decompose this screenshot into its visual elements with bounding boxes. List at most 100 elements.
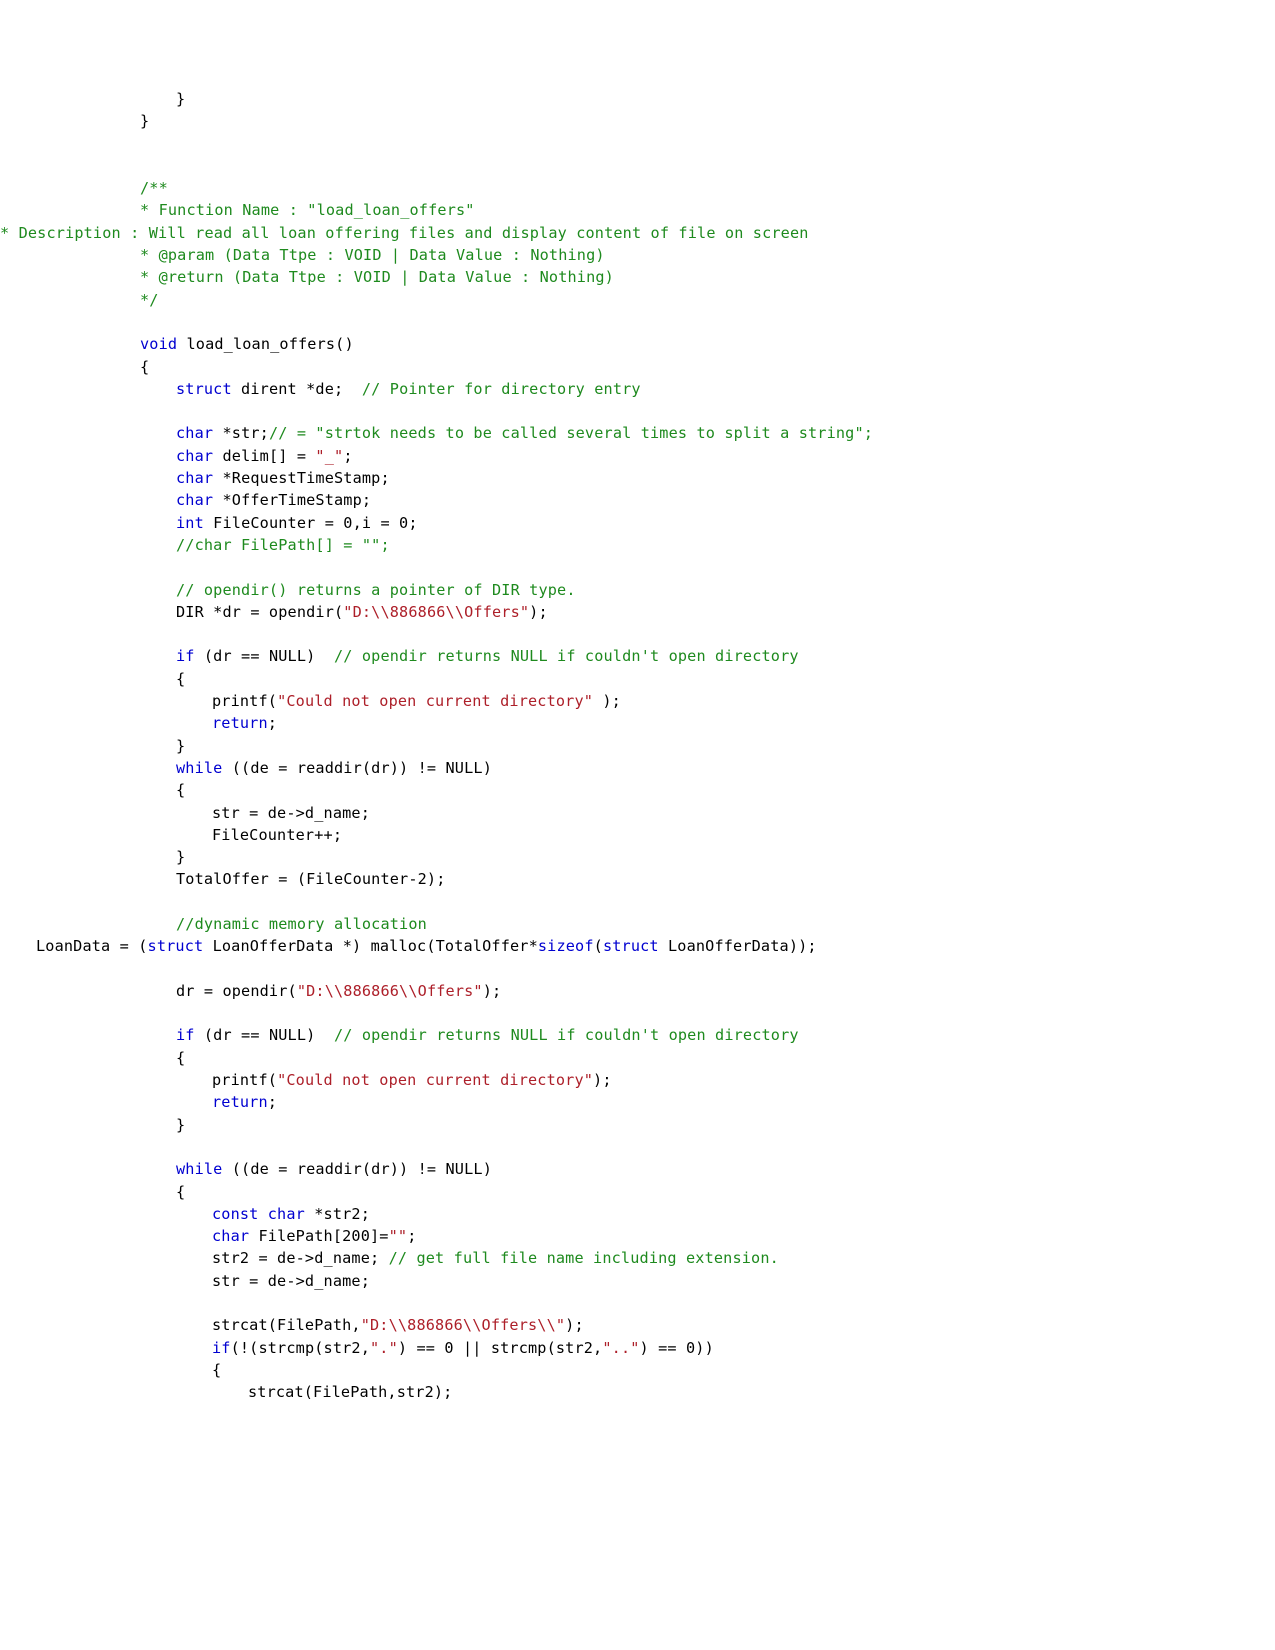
code-text: FileCounter = 0,i = 0; xyxy=(203,513,418,532)
code-text: strcat(FilePath, xyxy=(212,1316,361,1335)
code-line: * Function Name : "load_loan_offers" xyxy=(140,199,1235,221)
code-keyword: return xyxy=(212,714,268,733)
code-keyword: char xyxy=(176,469,214,488)
code-line: return; xyxy=(140,1091,1235,1113)
code-line: struct dirent *de; // Pointer for direct… xyxy=(140,378,1235,400)
code-keyword: const xyxy=(212,1204,259,1223)
code-text: ) == 0 || strcmp(str2, xyxy=(397,1338,603,1357)
code-line: strcat(FilePath,str2); xyxy=(140,1381,1235,1403)
code-text: str = de->d_name; xyxy=(212,1271,370,1290)
code-comment: // = "strtok needs to be called several … xyxy=(268,424,874,443)
code-line: } xyxy=(140,110,1235,132)
code-text: { xyxy=(176,781,186,800)
code-string: "Could not open current directory" xyxy=(277,692,594,711)
code-line: str2 = de->d_name; // get full file name… xyxy=(140,1247,1235,1269)
code-text: ); xyxy=(529,602,548,621)
code-comment: // Pointer for directory entry xyxy=(361,379,641,398)
code-text: *RequestTimeStamp; xyxy=(213,469,390,488)
code-text: str2 = de->d_name; xyxy=(212,1249,389,1268)
code-line: } xyxy=(140,1114,1235,1136)
code-text: LoanOfferData *) malloc(TotalOffer* xyxy=(203,937,538,956)
code-text: DIR *dr = opendir( xyxy=(176,602,344,621)
code-line: LoanData = (struct LoanOfferData *) mall… xyxy=(0,935,1235,957)
code-line: */ xyxy=(140,289,1235,311)
code-keyword: if xyxy=(176,1026,195,1045)
code-line: str = de->d_name; xyxy=(140,802,1235,824)
code-text: } xyxy=(140,112,150,131)
code-line: dr = opendir("D:\\886866\\Offers"); xyxy=(140,980,1235,1002)
code-line: char delim[] = "_"; xyxy=(140,445,1235,467)
code-keyword: struct xyxy=(176,379,232,398)
code-line: TotalOffer = (FileCounter-2); xyxy=(140,868,1235,890)
code-text: TotalOffer = (FileCounter-2); xyxy=(176,870,446,889)
code-comment: // opendir returns NULL if couldn't open… xyxy=(334,1026,799,1045)
code-line: char *RequestTimeStamp; xyxy=(140,467,1235,489)
code-text: LoanOfferData)); xyxy=(658,937,817,956)
code-line: int FileCounter = 0,i = 0; xyxy=(140,512,1235,534)
code-line: { xyxy=(140,1047,1235,1069)
code-keyword: char xyxy=(176,491,214,510)
code-string: ".." xyxy=(602,1338,640,1357)
code-line: printf("Could not open current directory… xyxy=(140,1069,1235,1091)
code-text: { xyxy=(212,1360,222,1379)
code-comment: * Function Name : "load_loan_offers" xyxy=(140,201,475,220)
code-comment: * @param (Data Ttpe : VOID | Data Value … xyxy=(140,246,605,265)
code-string: "D:\\886866\\Offers" xyxy=(343,602,530,621)
code-string: "D:\\886866\\Offers" xyxy=(296,981,483,1000)
code-line: if(!(strcmp(str2,".") == 0 || strcmp(str… xyxy=(140,1337,1235,1359)
code-text: strcat(FilePath,str2); xyxy=(248,1383,453,1402)
code-text: *str2; xyxy=(304,1204,371,1223)
code-line: { xyxy=(140,779,1235,801)
code-text: ((de = readdir(dr)) != NULL) xyxy=(222,1160,492,1179)
code-text: ; xyxy=(267,714,278,733)
code-text: (dr == NULL) xyxy=(194,1026,334,1045)
code-keyword: if xyxy=(176,647,195,666)
code-line: { xyxy=(140,356,1235,378)
code-text: ; xyxy=(267,1093,278,1112)
code-line: str = de->d_name; xyxy=(140,1270,1235,1292)
code-line: const char *str2; xyxy=(140,1203,1235,1225)
code-comment: * Description : Will read all loan offer… xyxy=(0,223,809,242)
code-text: dirent *de; xyxy=(231,379,362,398)
code-text: ); xyxy=(593,692,621,711)
code-text: ( xyxy=(593,937,603,956)
code-text: ); xyxy=(482,981,502,1000)
code-text: *str; xyxy=(213,424,269,443)
code-text: { xyxy=(176,669,186,688)
code-text: ; xyxy=(407,1227,417,1246)
code-line: } xyxy=(140,846,1235,868)
code-text: FileCounter++; xyxy=(212,825,343,844)
code-text: ); xyxy=(565,1316,584,1335)
code-text: } xyxy=(176,736,186,755)
code-comment: // get full file name including extensio… xyxy=(388,1249,779,1268)
page-canvas: } } /** * Function Name : "load_loan_off… xyxy=(0,0,1275,1650)
code-keyword: struct xyxy=(147,937,204,956)
code-keyword: sizeof xyxy=(537,937,594,956)
code-text: LoanData = ( xyxy=(36,937,148,956)
code-text: ) == 0)) xyxy=(639,1338,714,1357)
code-line: * Description : Will read all loan offer… xyxy=(0,222,1235,244)
code-comment: //char FilePath[] = ""; xyxy=(176,535,390,554)
code-text: } xyxy=(176,90,186,108)
code-line: printf("Could not open current directory… xyxy=(140,690,1235,712)
code-text: { xyxy=(140,357,150,376)
code-text: delim[] = xyxy=(213,446,316,465)
code-comment: // opendir() returns a pointer of DIR ty… xyxy=(176,580,576,599)
code-line: DIR *dr = opendir("D:\\886866\\Offers"); xyxy=(140,601,1235,623)
code-line: char FilePath[200]=""; xyxy=(140,1225,1235,1247)
code-text: (!(strcmp(str2, xyxy=(230,1338,370,1357)
code-string: "" xyxy=(388,1227,408,1246)
code-line: char *str;// = "strtok needs to be calle… xyxy=(140,422,1235,444)
code-line: } xyxy=(140,735,1235,757)
code-text: ; xyxy=(343,446,353,465)
code-text: str = de->d_name; xyxy=(212,803,370,822)
code-string: "." xyxy=(370,1338,398,1357)
code-listing: } } /** * Function Name : "load_loan_off… xyxy=(0,88,1275,1404)
code-comment: * @return (Data Ttpe : VOID | Data Value… xyxy=(140,268,614,287)
code-text: *OfferTimeStamp; xyxy=(213,491,372,510)
